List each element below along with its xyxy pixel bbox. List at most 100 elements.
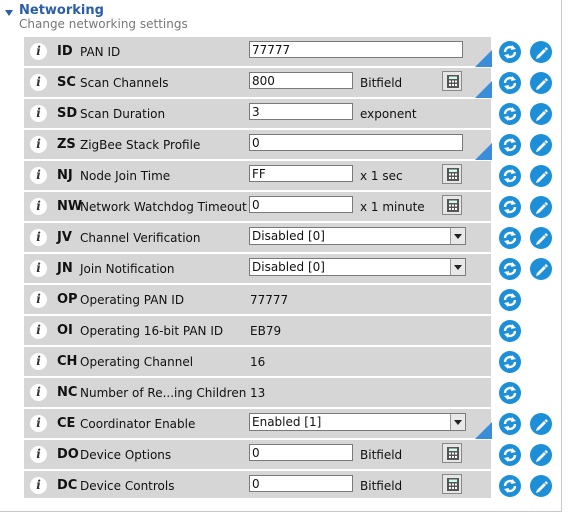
section-header[interactable]: Networking Change networking settings xyxy=(0,0,560,34)
info-icon[interactable]: i xyxy=(30,260,47,277)
setting-label: Coordinator Enable xyxy=(80,417,196,431)
write-jn-button[interactable] xyxy=(530,258,552,280)
section-title: Networking xyxy=(19,3,104,18)
info-icon[interactable]: i xyxy=(30,105,47,122)
setting-row-ch: i CH Operating Channel 16 xyxy=(24,347,574,378)
read-oi-button[interactable] xyxy=(499,320,521,342)
nj-input[interactable] xyxy=(249,165,353,182)
read-ce-button[interactable] xyxy=(499,413,521,435)
read-do-button[interactable] xyxy=(499,444,521,466)
id-input[interactable] xyxy=(249,41,463,58)
write-ce-button[interactable] xyxy=(530,413,552,435)
setting-code: CH xyxy=(57,354,78,369)
calculator-button[interactable] xyxy=(442,164,462,184)
read-op-button[interactable] xyxy=(499,289,521,311)
select-value: Disabled [0] xyxy=(252,229,325,243)
collapse-arrow-icon[interactable] xyxy=(5,10,13,16)
read-id-button[interactable] xyxy=(499,41,521,63)
write-nw-button[interactable] xyxy=(530,196,552,218)
nw-input[interactable] xyxy=(249,196,353,213)
info-icon[interactable]: i xyxy=(30,384,47,401)
write-sd-button[interactable] xyxy=(530,103,552,125)
read-nw-button[interactable] xyxy=(499,196,521,218)
write-dc-button[interactable] xyxy=(530,475,552,497)
setting-code: CE xyxy=(57,416,76,431)
setting-label: Number of Re...ing Children xyxy=(80,386,247,400)
write-jv-button[interactable] xyxy=(530,227,552,249)
read-zs-button[interactable] xyxy=(499,134,521,156)
setting-label: PAN ID xyxy=(80,45,121,59)
write-sc-button[interactable] xyxy=(530,72,552,94)
setting-label: ZigBee Stack Profile xyxy=(80,138,201,152)
dc-input[interactable] xyxy=(249,475,353,492)
setting-code: ID xyxy=(57,44,73,59)
info-icon[interactable]: i xyxy=(30,446,47,463)
calculator-button[interactable] xyxy=(442,443,462,463)
ce-select[interactable]: Enabled [1] xyxy=(249,413,466,431)
info-icon[interactable]: i xyxy=(30,477,47,494)
read-sd-button[interactable] xyxy=(499,103,521,125)
dropdown-arrow-icon[interactable] xyxy=(450,259,465,275)
setting-label: Operating 16-bit PAN ID xyxy=(80,324,224,338)
sc-input[interactable] xyxy=(249,72,353,89)
write-id-button[interactable] xyxy=(530,41,552,63)
write-nj-button[interactable] xyxy=(530,165,552,187)
setting-row-jv: i JV Channel Verification Disabled [0] xyxy=(24,223,574,254)
setting-code: SD xyxy=(57,106,78,121)
select-value: Enabled [1] xyxy=(252,415,322,429)
info-icon[interactable]: i xyxy=(30,74,47,91)
info-icon[interactable]: i xyxy=(30,198,47,215)
read-ch-button[interactable] xyxy=(499,351,521,373)
setting-label: Join Notification xyxy=(80,262,175,276)
do-input[interactable] xyxy=(249,444,353,461)
info-icon[interactable]: i xyxy=(30,415,47,432)
read-nc-button[interactable] xyxy=(499,382,521,404)
setting-label: Scan Duration xyxy=(80,107,166,121)
setting-row-do: i DODevice Options Bitfield xyxy=(24,440,574,471)
oi-value: EB79 xyxy=(250,324,282,338)
info-icon[interactable]: i xyxy=(30,136,47,153)
ch-value: 16 xyxy=(250,355,266,369)
read-dc-button[interactable] xyxy=(499,475,521,497)
dropdown-arrow-icon[interactable] xyxy=(450,414,465,430)
setting-label: Device Options xyxy=(80,448,172,462)
info-icon[interactable]: i xyxy=(30,43,47,60)
setting-code: DO xyxy=(57,447,79,462)
setting-row-dc: i DCDevice Controls Bitfield xyxy=(24,471,574,502)
setting-label: Node Join Time xyxy=(80,169,171,183)
setting-row-op: i OP Operating PAN ID 77777 xyxy=(24,285,574,316)
read-nj-button[interactable] xyxy=(499,165,521,187)
setting-label: Operating Channel xyxy=(80,355,194,369)
setting-row-nj: i NJ Node Join Time x 1 sec xyxy=(24,161,574,192)
setting-row-sc: i SC Scan Channels Bitfield xyxy=(24,68,574,99)
info-icon[interactable]: i xyxy=(30,353,47,370)
info-icon[interactable]: i xyxy=(30,291,47,308)
jv-select[interactable]: Disabled [0] xyxy=(249,227,466,245)
write-do-button[interactable] xyxy=(530,444,552,466)
setting-row-nc: i NC Number of Re...ing Children 13 xyxy=(24,378,574,409)
section-subtitle: Change networking settings xyxy=(19,17,188,31)
info-icon[interactable]: i xyxy=(30,229,47,246)
setting-code: OI xyxy=(57,323,73,338)
calculator-button[interactable] xyxy=(442,195,462,215)
write-zs-button[interactable] xyxy=(530,134,552,156)
nc-value: 13 xyxy=(250,386,266,400)
setting-row-zs: i ZS ZigBee Stack Profile xyxy=(24,130,574,161)
setting-code: JN xyxy=(57,261,73,276)
jn-select[interactable]: Disabled [0] xyxy=(249,258,466,276)
op-value: 77777 xyxy=(250,293,289,307)
read-jv-button[interactable] xyxy=(499,227,521,249)
info-icon[interactable]: i xyxy=(30,322,47,339)
calculator-button[interactable] xyxy=(442,71,462,91)
setting-label: Operating PAN ID xyxy=(80,293,185,307)
read-jn-button[interactable] xyxy=(499,258,521,280)
dropdown-arrow-icon[interactable] xyxy=(450,228,465,244)
sd-input[interactable] xyxy=(249,103,353,120)
info-icon[interactable]: i xyxy=(30,167,47,184)
setting-row-sd: i SDScan Duration exponent xyxy=(24,99,574,130)
setting-label: Network Watchdog Timeout xyxy=(80,200,247,214)
zs-input[interactable] xyxy=(249,134,463,151)
setting-row-id: i ID PAN ID xyxy=(24,37,574,68)
calculator-button[interactable] xyxy=(442,474,462,494)
read-sc-button[interactable] xyxy=(499,72,521,94)
